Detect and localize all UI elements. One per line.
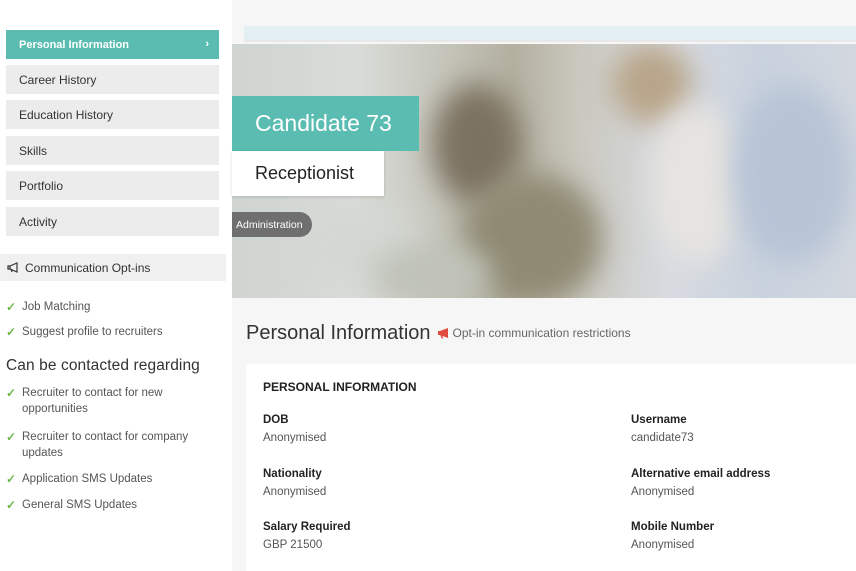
sidebar-item-label: Personal Information — [19, 38, 130, 51]
candidate-name: Candidate 73 — [232, 96, 419, 151]
personal-info-card: PERSONAL INFORMATION DOB Anonymised User… — [246, 364, 856, 571]
sidebar-item-skills[interactable]: Skills — [6, 136, 219, 165]
check-icon: ✓ — [6, 430, 17, 444]
optin-restrictions-label: Opt-in communication restrictions — [452, 326, 631, 340]
alt-email-label: Alternative email address — [631, 468, 771, 480]
sidebar-item-personal-information[interactable]: Personal Information › — [6, 30, 219, 59]
card-title: PERSONAL INFORMATION — [263, 380, 417, 394]
nationality-value: Anonymised — [263, 486, 327, 498]
page-title: Personal Information — [246, 322, 431, 344]
alt-email-value: Anonymised — [631, 486, 695, 498]
optin-item: ✓ Suggest profile to recruiters — [6, 324, 163, 340]
communication-optins-header: Communication Opt-ins — [0, 254, 226, 281]
sidebar-item-label: Activity — [19, 214, 58, 229]
chevron-right-icon: › — [205, 38, 209, 50]
contact-label: Application SMS Updates — [22, 473, 153, 485]
dob-label: DOB — [263, 414, 289, 426]
contact-label: General SMS Updates — [22, 499, 138, 511]
sidebar-item-activity[interactable]: Activity — [6, 207, 219, 236]
username-value: candidate73 — [631, 432, 694, 444]
dob-value: Anonymised — [263, 432, 327, 444]
nationality-label: Nationality — [263, 468, 322, 480]
mobile-value: Anonymised — [631, 539, 695, 551]
contact-label: Recruiter to contact for company updates — [22, 431, 189, 459]
sidebar-item-portfolio[interactable]: Portfolio — [6, 171, 219, 200]
sidebar-item-label: Skills — [19, 143, 48, 158]
check-icon: ✓ — [6, 325, 17, 339]
sidebar-item-education-history[interactable]: Education History — [6, 100, 219, 129]
sidebar: Personal Information › Career History Ed… — [0, 0, 226, 571]
check-icon: ✓ — [6, 300, 17, 314]
contact-item: ✓ Application SMS Updates — [6, 471, 152, 487]
communication-optins-title: Communication Opt-ins — [25, 260, 151, 275]
contact-item: ✓ Recruiter to contact for company updat… — [6, 429, 211, 461]
optin-restrictions-link[interactable]: Opt-in communication restrictions — [437, 326, 631, 340]
sidebar-item-career-history[interactable]: Career History — [6, 65, 219, 94]
contact-item: ✓ General SMS Updates — [6, 497, 137, 513]
section-title: Personal Information Opt-in communicatio… — [246, 322, 631, 345]
sidebar-item-label: Portfolio — [19, 178, 64, 193]
optin-label: Suggest profile to recruiters — [22, 326, 163, 338]
sidebar-item-label: Education History — [19, 107, 114, 122]
top-banner-strip — [244, 26, 856, 42]
contact-item: ✓ Recruiter to contact for new opportuni… — [6, 385, 211, 417]
salary-label: Salary Required — [263, 521, 351, 533]
check-icon: ✓ — [6, 472, 17, 486]
megaphone-icon — [437, 327, 451, 339]
optin-label: Job Matching — [22, 301, 91, 313]
optin-item: ✓ Job Matching — [6, 299, 90, 315]
contact-heading: Can be contacted regarding — [6, 357, 200, 374]
mobile-label: Mobile Number — [631, 521, 715, 533]
salary-value: GBP 21500 — [263, 539, 323, 551]
candidate-role: Receptionist — [232, 151, 384, 196]
megaphone-icon — [7, 262, 20, 273]
contact-label: Recruiter to contact for new opportuniti… — [22, 387, 163, 415]
check-icon: ✓ — [6, 386, 17, 400]
sidebar-item-label: Career History — [19, 72, 97, 87]
category-tag: Administration — [232, 212, 312, 237]
check-icon: ✓ — [6, 498, 17, 512]
username-label: Username — [631, 414, 687, 426]
